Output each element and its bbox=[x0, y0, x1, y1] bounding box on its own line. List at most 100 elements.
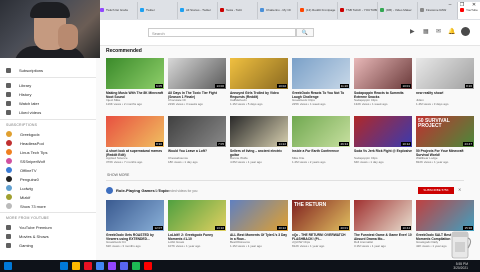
video-card[interactable]: 50 SURVIVAL PROJECT 23:47 50 Projects For … bbox=[416, 116, 474, 164]
taskbar-app-icon[interactable] bbox=[72, 262, 80, 270]
browser-tab[interactable]: Twitter bbox=[138, 2, 178, 19]
video-thumbnail[interactable]: 10:12 bbox=[354, 116, 412, 147]
video-thumbnail[interactable]: 6:05 bbox=[106, 58, 164, 89]
search-input[interactable]: Search bbox=[148, 28, 296, 37]
browser-tab[interactable]: All Stories - Twitter bbox=[178, 2, 218, 19]
sidebar-item[interactable]: Gaming bbox=[6, 241, 33, 249]
video-thumbnail[interactable]: 14:22 bbox=[230, 116, 288, 147]
sidebar-item-label: Liked videos bbox=[19, 109, 42, 115]
video-card[interactable]: 7:05 Would You Leave a Loft? Chessabounce 1… bbox=[168, 116, 226, 164]
taskbar-clock[interactable]: 5:55 PM 3/20/2021 bbox=[453, 262, 468, 270]
taskbar-app-icon[interactable] bbox=[132, 262, 140, 270]
browser-tab[interactable]: (DB) - Video Maker bbox=[378, 2, 418, 19]
browser-tab[interactable]: Twitch list Grabs bbox=[98, 2, 138, 19]
video-card[interactable]: 40:22 ALL Best Moments Of Tyler1's 3 Day … bbox=[230, 200, 288, 248]
tab-favicon-icon bbox=[260, 8, 264, 12]
chat-icon[interactable]: ✉ bbox=[436, 28, 441, 35]
browser-tab[interactable]: (13) Reddit Frontpage bbox=[298, 2, 338, 19]
browser-tab[interactable]: Tesla - Twitt bbox=[218, 2, 258, 19]
sidebar-item-label: Show 73 more bbox=[20, 203, 46, 209]
channel-avatar bbox=[6, 176, 12, 182]
video-thumbnail[interactable]: 7:05 bbox=[168, 116, 226, 147]
video-thumbnail[interactable]: 8:30 bbox=[106, 116, 164, 147]
taskbar-app-icon[interactable] bbox=[144, 262, 152, 270]
video-thumbnail[interactable]: 13:00 bbox=[168, 58, 226, 89]
video-card[interactable]: 8:20 new reality show! Jidion 1.4M views • … bbox=[416, 58, 474, 106]
sidebar-item[interactable]: YouTube Premium bbox=[6, 223, 52, 231]
subscriptions-icon bbox=[6, 67, 11, 73]
sidebar-item[interactable]: Mizkif bbox=[6, 193, 30, 201]
taskbar-app-icon[interactable] bbox=[120, 262, 128, 270]
sidebar-item[interactable]: HeadlessPod bbox=[6, 139, 44, 147]
video-card[interactable]: 10:02 Annoyed Girls Trolled by Video Requ… bbox=[230, 58, 288, 106]
video-thumbnail[interactable]: 10:44 bbox=[354, 200, 412, 231]
sidebar-item[interactable]: Linus Tech Tips bbox=[6, 148, 48, 156]
video-thumbnail[interactable]: 26:34 bbox=[292, 116, 350, 147]
show-more-button[interactable]: SHOW MORE bbox=[107, 173, 129, 177]
channel-avatar[interactable] bbox=[106, 187, 113, 194]
sidebar-item[interactable]: OfflineTV bbox=[6, 166, 37, 174]
youtube-premium-icon bbox=[6, 224, 11, 230]
sidebar-item[interactable]: Library bbox=[6, 81, 31, 89]
video-card[interactable]: 14:22 Sellers of living – ancient electri… bbox=[230, 116, 288, 164]
video-title[interactable]: new reality show! bbox=[416, 91, 474, 99]
taskbar-app-icon[interactable] bbox=[84, 262, 92, 270]
minimize-button[interactable]: – bbox=[444, 0, 456, 10]
video-thumbnail[interactable]: 15:30 bbox=[416, 200, 474, 231]
video-card[interactable]: 10:44 The Funniest Game & Game Ever! 10 A… bbox=[354, 200, 412, 248]
video-card[interactable]: 26:34 Inside a Fur Earth Conference Mike K… bbox=[292, 116, 350, 164]
maximize-button[interactable]: ❐ bbox=[456, 0, 468, 10]
video-thumbnail[interactable]: 11:26 bbox=[292, 58, 350, 89]
sidebar-item[interactable]: History bbox=[6, 90, 31, 98]
windows-start-icon[interactable] bbox=[4, 262, 12, 270]
sidebar-item[interactable]: Liked videos bbox=[6, 108, 41, 116]
video-thumbnail[interactable]: 13:10 bbox=[168, 200, 226, 231]
sidebar-item-label: YouTube Premium bbox=[19, 224, 52, 230]
sidebar-item[interactable]: Greekgodx bbox=[6, 130, 40, 138]
video-thumbnail[interactable]: 10:01 bbox=[354, 58, 412, 89]
taskbar-app-icon[interactable] bbox=[60, 262, 68, 270]
sidebar-item[interactable]: Ludwig bbox=[6, 184, 33, 192]
close-icon[interactable]: ✕ bbox=[458, 187, 461, 192]
video-card[interactable]: THE RETURN 20:01 xQc - THE RETURN! OVERWAT… bbox=[292, 200, 350, 248]
video-duration: 13:10 bbox=[215, 226, 225, 230]
close-window-button[interactable]: ✕ bbox=[468, 0, 480, 10]
video-duration: 23:47 bbox=[463, 142, 473, 146]
video-thumbnail[interactable]: 10:02 bbox=[230, 58, 288, 89]
video-card[interactable]: 10:01 Sodapoppin Reacts to Summits Extrem… bbox=[354, 58, 412, 106]
video-thumbnail[interactable]: 12:07 bbox=[106, 200, 164, 231]
video-card[interactable]: 10:12 Soda Vs Jerk Rick Fight @ Explosive… bbox=[354, 116, 412, 164]
video-card[interactable]: 11:26 GreekGodx Reacts To You Not To Laug… bbox=[292, 58, 350, 106]
taskbar-app-icon[interactable] bbox=[96, 262, 104, 270]
video-thumbnail[interactable]: 8:20 bbox=[416, 58, 474, 89]
video-camera-icon[interactable]: ▶ bbox=[410, 28, 415, 35]
video-meta: 4.6M views • 1 year ago bbox=[230, 159, 262, 164]
bell-icon[interactable]: 🔔 bbox=[448, 28, 455, 35]
video-duration: 14:22 bbox=[277, 142, 287, 146]
sidebar-item[interactable]: Show 73 more bbox=[6, 202, 46, 210]
browser-tab[interactable]: Chatterino - My Ch bbox=[258, 2, 298, 19]
video-thumbnail[interactable]: 40:22 bbox=[230, 200, 288, 231]
taskbar-app-icon[interactable] bbox=[108, 262, 116, 270]
sidebar-item[interactable]: Movies & Shows bbox=[6, 232, 49, 240]
sidebar-item-label: Library bbox=[19, 82, 32, 88]
apps-grid-icon[interactable]: ▦ bbox=[423, 28, 429, 35]
video-thumbnail[interactable]: 50 SURVIVAL PROJECT 23:47 bbox=[416, 116, 474, 147]
search-button[interactable]: 🔍 bbox=[296, 28, 314, 37]
sidebar-item[interactable]: SSSniperWolf bbox=[6, 157, 45, 165]
video-card[interactable]: 8:30 A short look at supernatural memes (… bbox=[106, 116, 164, 164]
avatar[interactable] bbox=[461, 27, 470, 36]
video-card[interactable]: 13:10 LoLbit!! 2: Greekgodx Funny Moments… bbox=[168, 200, 226, 248]
video-meta: 225K views • 1 week ago bbox=[292, 101, 326, 106]
browser-tab[interactable]: TSB Twitch - YOUTUBE bbox=[338, 2, 378, 19]
sidebar-item[interactable]: Watch later bbox=[6, 99, 39, 107]
sidebar-item[interactable]: Subscriptions bbox=[6, 66, 43, 74]
video-card[interactable]: 6:05 Making Music With The 8K Minecraft N… bbox=[106, 58, 164, 106]
video-card[interactable]: 12:07 GreekGodx Gets ROASTED by Viewers u… bbox=[106, 200, 164, 248]
subscribe-button[interactable]: SUBSCRIBE 575K bbox=[418, 187, 454, 194]
sidebar-item[interactable]: Penguinz0 bbox=[6, 175, 39, 183]
video-card[interactable]: 13:00 All Days In The Toxic Tier Fight (S… bbox=[168, 58, 226, 106]
thumbnail-overlay-text: 50 SURVIVAL PROJECT bbox=[418, 118, 450, 129]
sidebar-item-label: OfflineTV bbox=[20, 167, 37, 173]
video-thumbnail[interactable]: THE RETURN 20:01 bbox=[292, 200, 350, 231]
